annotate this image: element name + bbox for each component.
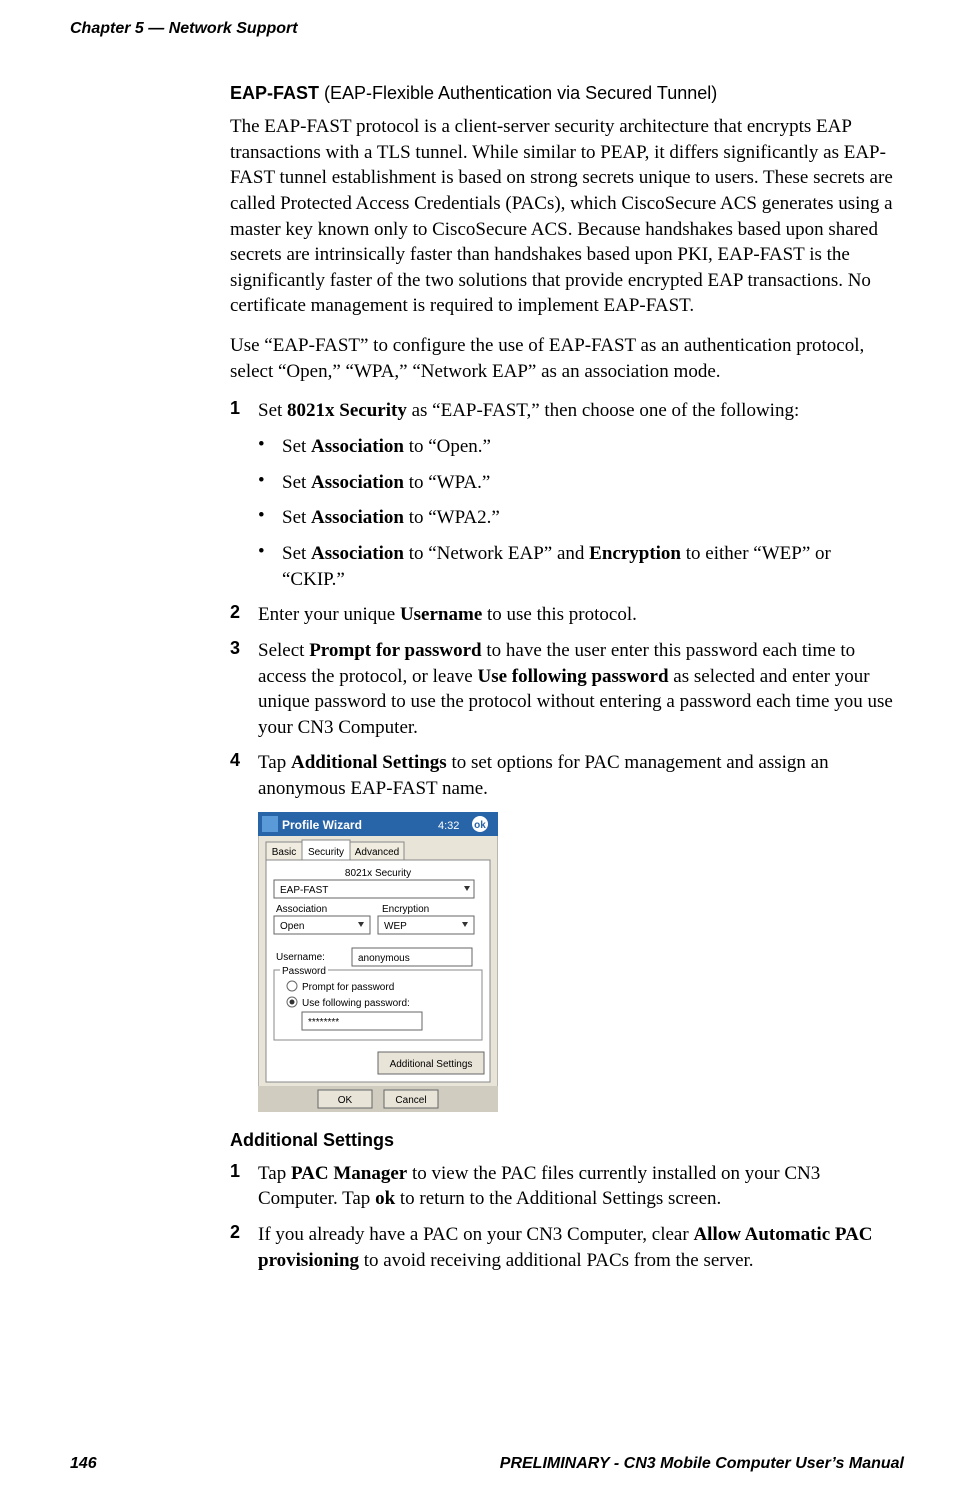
page-header: Chapter 5 — Network Support (70, 20, 904, 38)
time-label: 4:32 (438, 820, 459, 832)
tab-security: Security (308, 847, 344, 858)
ok-button-titlebar: ok (474, 820, 486, 831)
step-4: 4 Tap Additional Settings to set options… (230, 750, 894, 801)
password-group-label: Password (282, 966, 326, 977)
step-3: 3 Select Prompt for password to have the… (230, 638, 894, 741)
bullet-item: • Set Association to “Network EAP” and E… (258, 541, 894, 592)
step-1: 1 Set 8021x Security as “EAP-FAST,” then… (230, 398, 894, 424)
bullet-icon: • (258, 541, 282, 592)
username-value: anonymous (358, 953, 410, 964)
bullet-text: Set Association to “WPA2.” (282, 505, 500, 531)
step-number: 4 (230, 750, 258, 801)
additional-step-1: 1 Tap PAC Manager to view the PAC files … (230, 1161, 894, 1212)
encryption-label: Encryption (382, 904, 429, 915)
bullet-text: Set Association to “Network EAP” and Enc… (282, 541, 894, 592)
tab-advanced: Advanced (355, 847, 399, 858)
security-label: 8021x Security (345, 868, 411, 879)
step-number: 2 (230, 1222, 258, 1273)
association-label: Association (276, 904, 327, 915)
tab-basic: Basic (272, 847, 296, 858)
step-2: 2 Enter your unique Username to use this… (230, 602, 894, 628)
bullet-item: • Set Association to “WPA.” (258, 470, 894, 496)
step-number: 1 (230, 398, 258, 424)
step-text: Enter your unique Username to use this p… (258, 602, 637, 628)
step-number: 3 (230, 638, 258, 741)
cancel-button: Cancel (395, 1095, 426, 1106)
step-text: Select Prompt for password to have the u… (258, 638, 894, 741)
bullet-item: • Set Association to “Open.” (258, 434, 894, 460)
bullet-icon: • (258, 470, 282, 496)
bullet-icon: • (258, 505, 282, 531)
footer-text: PRELIMINARY - CN3 Mobile Computer User’s… (500, 1455, 904, 1473)
content-area: EAP-FAST (EAP-Flexible Authentication vi… (230, 83, 894, 1273)
association-value: Open (280, 921, 304, 932)
security-value: EAP-FAST (280, 885, 328, 896)
step-number: 1 (230, 1161, 258, 1212)
page-footer: 146 PRELIMINARY - CN3 Mobile Computer Us… (70, 1455, 904, 1473)
page-number: 146 (70, 1455, 97, 1473)
additional-step-2: 2 If you already have a PAC on your CN3 … (230, 1222, 894, 1273)
prompt-radio-label: Prompt for password (302, 982, 394, 993)
paragraph-2: Use “EAP-FAST” to configure the use of E… (230, 333, 894, 384)
bullet-icon: • (258, 434, 282, 460)
step-number: 2 (230, 602, 258, 628)
profile-wizard-screenshot: Profile Wizard 4:32 ok Basic Security Ad… (258, 812, 894, 1112)
ok-button: OK (338, 1095, 353, 1106)
step-text: Set 8021x Security as “EAP-FAST,” then c… (258, 398, 799, 424)
section-title-rest: (EAP-Flexible Authentication via Secured… (319, 83, 717, 103)
username-label: Username: (276, 952, 325, 963)
step-text: Tap PAC Manager to view the PAC files cu… (258, 1161, 894, 1212)
additional-settings-button: Additional Settings (390, 1059, 473, 1070)
section-title-bold: EAP-FAST (230, 83, 319, 103)
section-title: EAP-FAST (EAP-Flexible Authentication vi… (230, 83, 894, 104)
step-text: If you already have a PAC on your CN3 Co… (258, 1222, 894, 1273)
step-text: Tap Additional Settings to set options f… (258, 750, 894, 801)
paragraph-1: The EAP-FAST protocol is a client-server… (230, 114, 894, 319)
encryption-value: WEP (384, 921, 407, 932)
bullet-text: Set Association to “Open.” (282, 434, 491, 460)
window-title: Profile Wizard (282, 818, 362, 832)
bullet-item: • Set Association to “WPA2.” (258, 505, 894, 531)
password-value: ******** (308, 1017, 339, 1028)
use-following-radio-label: Use following password: (302, 998, 410, 1009)
additional-settings-heading: Additional Settings (230, 1130, 894, 1151)
bullet-text: Set Association to “WPA.” (282, 470, 490, 496)
